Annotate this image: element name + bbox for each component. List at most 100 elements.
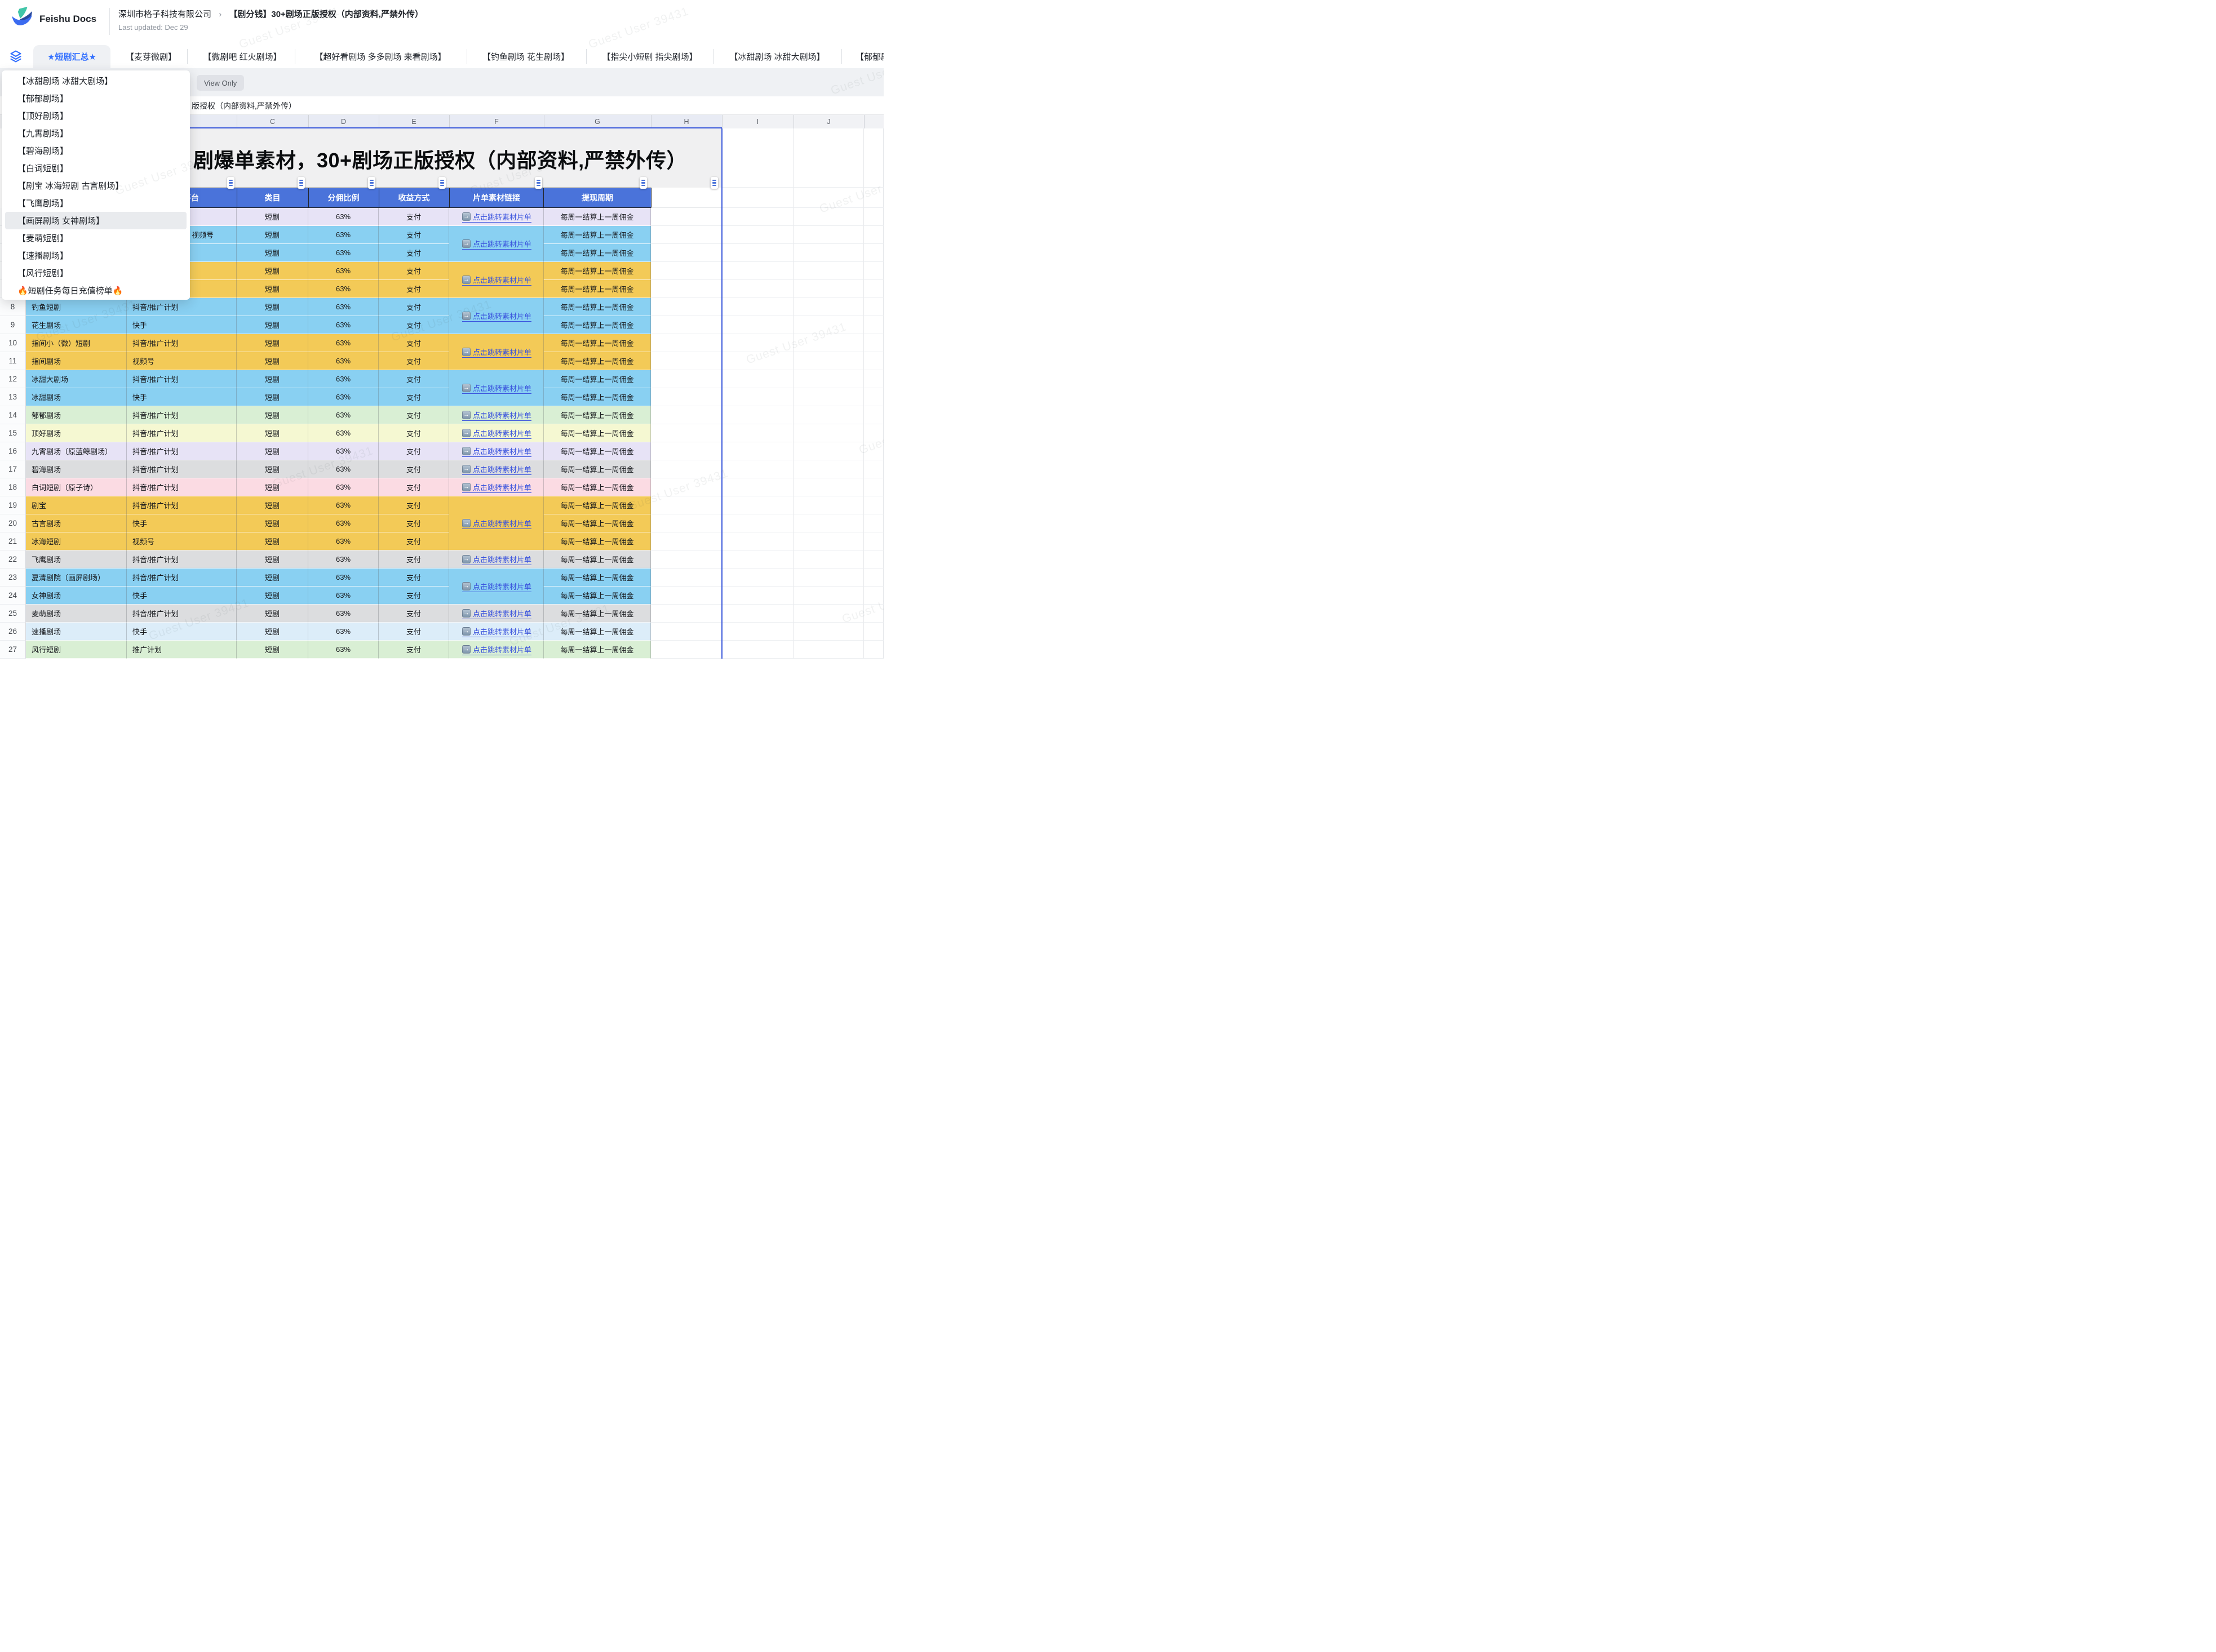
- empty-cell[interactable]: [722, 605, 794, 623]
- cell-A-row25[interactable]: 麦萌剧场: [26, 605, 127, 623]
- dropdown-item[interactable]: 【白词短剧】: [5, 159, 187, 177]
- row-number[interactable]: 15: [0, 424, 26, 442]
- cell-D-row12[interactable]: 63%: [308, 370, 379, 388]
- cell-E-row12[interactable]: 支付: [379, 370, 449, 388]
- dropdown-item[interactable]: 【碧海剧场】: [5, 142, 187, 159]
- tab-item[interactable]: 【钓鱼剧场 花生剧场】: [482, 45, 569, 68]
- cell-E-row26[interactable]: 支付: [379, 623, 449, 641]
- empty-cell[interactable]: [722, 188, 794, 208]
- empty-cell[interactable]: [864, 406, 884, 424]
- cell-G-row22[interactable]: 每周一结算上一周佣金: [544, 550, 651, 569]
- dropdown-item[interactable]: 【顶好剧场】: [5, 107, 187, 125]
- cell-C-row23[interactable]: 短剧: [237, 569, 308, 587]
- row-number[interactable]: 16: [0, 442, 26, 460]
- tab-item[interactable]: 【超好看剧场 多多剧场 来看剧场】: [314, 45, 446, 68]
- cell-C-row20[interactable]: 短剧: [237, 514, 308, 532]
- empty-cell[interactable]: [864, 298, 884, 316]
- cell-E-row22[interactable]: 支付: [379, 550, 449, 569]
- cell-G-row15[interactable]: 每周一结算上一周佣金: [544, 424, 651, 442]
- empty-cell[interactable]: [722, 641, 794, 659]
- empty-cell[interactable]: [864, 370, 884, 388]
- tab-item-clipped[interactable]: 【郁郁剧: [856, 45, 884, 68]
- cell-E-row6[interactable]: 支付: [379, 262, 449, 280]
- header-category[interactable]: 类目: [265, 188, 281, 207]
- cell-A-row16[interactable]: 九霄剧场（原蓝鲸剧场）: [26, 442, 127, 460]
- cell-C-row12[interactable]: 短剧: [237, 370, 308, 388]
- empty-cell[interactable]: [794, 244, 864, 262]
- dropdown-item[interactable]: 【速播剧场】: [5, 247, 187, 264]
- cell-D-row10[interactable]: 63%: [308, 334, 379, 352]
- cell-A-row20[interactable]: 古言剧场: [26, 514, 127, 532]
- empty-cell[interactable]: [864, 316, 884, 334]
- dropdown-item[interactable]: 【郁郁剧场】: [5, 90, 187, 107]
- cell-D-row13[interactable]: 63%: [308, 388, 379, 406]
- empty-cell[interactable]: [864, 128, 884, 188]
- cell-A-row22[interactable]: 飞鹰剧场: [26, 550, 127, 569]
- cell-E-row25[interactable]: 支付: [379, 605, 449, 623]
- cell-A-row23[interactable]: 夏清剧院（画屏剧场）: [26, 569, 127, 587]
- empty-cell[interactable]: [864, 496, 884, 514]
- cell-E-row9[interactable]: 支付: [379, 316, 449, 334]
- cell-G-row9[interactable]: 每周一结算上一周佣金: [544, 316, 651, 334]
- column-letter-H[interactable]: H: [684, 115, 689, 128]
- empty-cell[interactable]: [722, 532, 794, 550]
- cell-B-row20[interactable]: 快手: [127, 514, 237, 532]
- tab-active-summary[interactable]: ★短剧汇总★: [33, 45, 110, 68]
- empty-cell[interactable]: [722, 460, 794, 478]
- empty-cell[interactable]: [651, 641, 722, 659]
- cell-A-row12[interactable]: 冰甜大剧场: [26, 370, 127, 388]
- empty-cell[interactable]: [722, 424, 794, 442]
- cell-D-row16[interactable]: 63%: [308, 442, 379, 460]
- empty-cell[interactable]: [722, 208, 794, 226]
- empty-cell[interactable]: [651, 262, 722, 280]
- empty-cell[interactable]: [722, 478, 794, 496]
- empty-cell[interactable]: [651, 532, 722, 550]
- cell-B-row9[interactable]: 快手: [127, 316, 237, 334]
- empty-cell[interactable]: [794, 406, 864, 424]
- cell-C-row10[interactable]: 短剧: [237, 334, 308, 352]
- cell-C-row21[interactable]: 短剧: [237, 532, 308, 550]
- cell-C-row4[interactable]: 短剧: [237, 226, 308, 244]
- cell-C-row26[interactable]: 短剧: [237, 623, 308, 641]
- row-number[interactable]: 18: [0, 478, 26, 496]
- cell-B-row13[interactable]: 快手: [127, 388, 237, 406]
- cell-C-row25[interactable]: 短剧: [237, 605, 308, 623]
- empty-cell[interactable]: [651, 316, 722, 334]
- cell-E-row19[interactable]: 支付: [379, 496, 449, 514]
- sheet-list-button[interactable]: [7, 47, 25, 66]
- empty-cell[interactable]: [864, 226, 884, 244]
- empty-cell[interactable]: [722, 569, 794, 587]
- row-number[interactable]: 10: [0, 334, 26, 352]
- cell-A-row11[interactable]: 指间剧场: [26, 352, 127, 370]
- empty-cell[interactable]: [864, 605, 884, 623]
- material-link[interactable]: →点击跳转素材片单: [462, 310, 531, 322]
- empty-cell[interactable]: [864, 641, 884, 659]
- empty-cell[interactable]: [864, 587, 884, 605]
- header-cycle[interactable]: 提现周期: [582, 188, 613, 207]
- cell-E-row18[interactable]: 支付: [379, 478, 449, 496]
- cell-E-row11[interactable]: 支付: [379, 352, 449, 370]
- material-link[interactable]: →点击跳转素材片单: [462, 383, 531, 394]
- empty-cell[interactable]: [864, 352, 884, 370]
- empty-cell[interactable]: [722, 334, 794, 352]
- cell-G-row8[interactable]: 每周一结算上一周佣金: [544, 298, 651, 316]
- cell-C-row15[interactable]: 短剧: [237, 424, 308, 442]
- cell-C-row7[interactable]: 短剧: [237, 280, 308, 298]
- cell-D-row4[interactable]: 63%: [308, 226, 379, 244]
- cell-G-row4[interactable]: 每周一结算上一周佣金: [544, 226, 651, 244]
- row-number[interactable]: 24: [0, 587, 26, 605]
- cell-G-row6[interactable]: 每周一结算上一周佣金: [544, 262, 651, 280]
- cell-C-row24[interactable]: 短剧: [237, 587, 308, 605]
- cell-C-row16[interactable]: 短剧: [237, 442, 308, 460]
- empty-cell[interactable]: [722, 298, 794, 316]
- cell-B-row21[interactable]: 视频号: [127, 532, 237, 550]
- empty-cell[interactable]: [794, 128, 864, 188]
- cell-C-row27[interactable]: 短剧: [237, 641, 308, 659]
- cell-F-row19[interactable]: [449, 496, 544, 514]
- cell-E-row7[interactable]: 支付: [379, 280, 449, 298]
- empty-cell[interactable]: [794, 605, 864, 623]
- cell-D-row23[interactable]: 63%: [308, 569, 379, 587]
- cell-A-row13[interactable]: 冰甜剧场: [26, 388, 127, 406]
- empty-cell[interactable]: [864, 569, 884, 587]
- cell-E-row5[interactable]: 支付: [379, 244, 449, 262]
